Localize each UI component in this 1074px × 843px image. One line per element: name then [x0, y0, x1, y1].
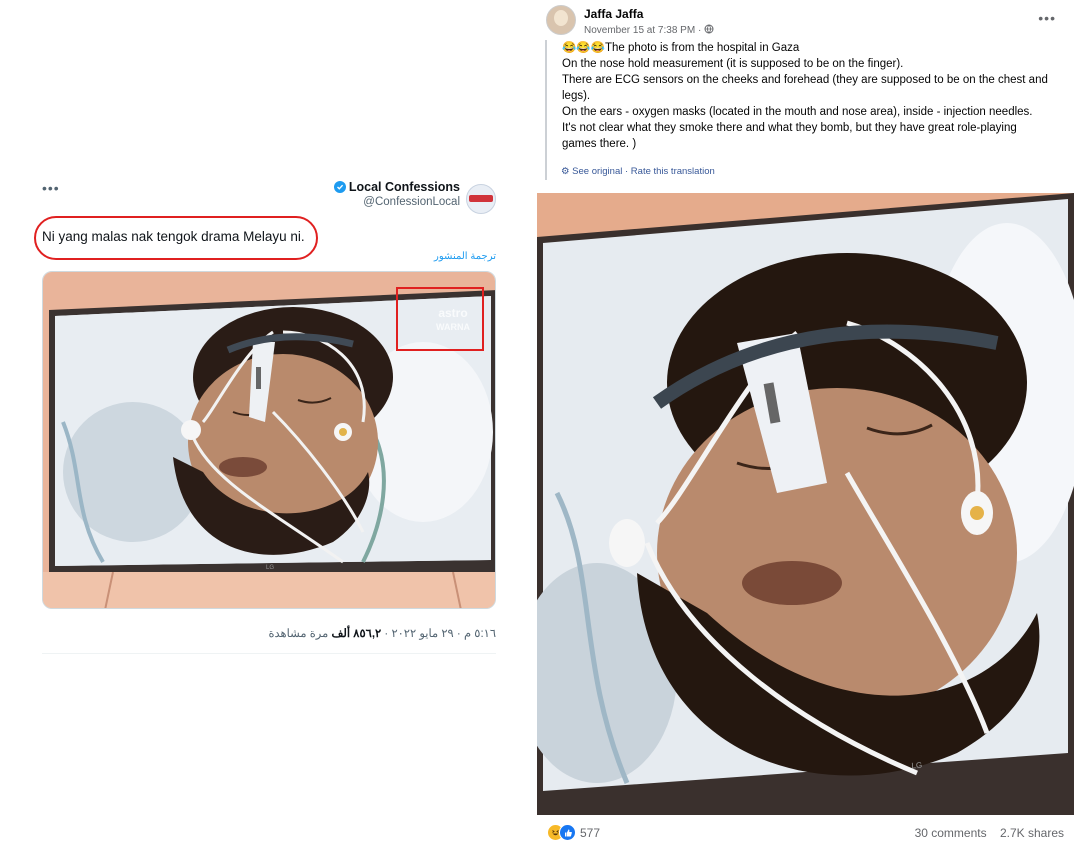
post-text-line: It's not clear what they smoke there and… [562, 122, 1017, 134]
translate-post-link[interactable]: ترجمة المنشور [434, 251, 496, 262]
post-text-line: legs). [562, 90, 591, 102]
post-author[interactable]: Jaffa Jaffa [584, 7, 643, 21]
reaction-summary[interactable]: 577 [547, 824, 600, 841]
tv-watermark-line2: WARNA [436, 322, 470, 332]
rate-translation-link[interactable]: Rate this translation [631, 166, 715, 177]
tweet-handle[interactable]: @ConfessionLocal [334, 196, 460, 208]
post-footer: 577 30 comments 2.7K shares [537, 818, 1074, 843]
more-dots-icon[interactable]: ••• [42, 180, 60, 196]
tv-brand-label: LG [266, 565, 274, 571]
see-original-link[interactable]: See original [572, 166, 622, 177]
post-timestamp-row: November 15 at 7:38 PM · [584, 24, 714, 36]
tv-brand-label: LG [911, 761, 922, 771]
post-text: 😂😂😂The photo is from the hospital in Gaz… [545, 40, 1065, 180]
post-stats: 30 comments 2.7K shares [905, 826, 1064, 840]
tweet-card: ••• Local Confessions @ConfessionLocal N… [34, 178, 496, 654]
post-image[interactable]: LG [537, 193, 1074, 815]
divider [42, 653, 496, 654]
reaction-count[interactable]: 577 [580, 826, 600, 840]
tv-watermark-line1: astro [438, 306, 467, 320]
more-horizontal-icon[interactable]: ••• [1038, 10, 1056, 26]
tweet-text: Ni yang malas nak tengok drama Melayu ni… [42, 229, 305, 244]
tweet-timestamp[interactable]: ٥:١٦ م · ٢٩ مايو ٢٠٢٢ · [381, 628, 496, 640]
tweet-meta: ٥:١٦ م · ٢٩ مايو ٢٠٢٢ · ٨٥٦,٢ ألف مرة مش… [269, 626, 497, 640]
verified-badge-icon [333, 181, 346, 193]
post-text-line: On the nose hold measurement (it is supp… [562, 58, 904, 70]
confessions-logo[interactable] [466, 184, 496, 214]
facebook-post: Jaffa Jaffa November 15 at 7:38 PM · •••… [537, 0, 1074, 843]
comments-count[interactable]: 30 comments [915, 826, 987, 840]
post-timestamp[interactable]: November 15 at 7:38 PM · [584, 25, 704, 36]
post-text-line: There are ECG sensors on the cheeks and … [562, 74, 1048, 86]
author-avatar[interactable] [546, 5, 576, 35]
post-text-line: 😂😂😂The photo is from the hospital in Gaz… [562, 42, 800, 54]
like-reaction-icon [559, 824, 576, 841]
post-text-line: On the ears - oxygen masks (located in t… [562, 106, 1033, 118]
translation-links: ⚙ See original · Rate this translation [561, 166, 715, 177]
tweet-image[interactable]: astro WARNA LG [42, 271, 496, 609]
shares-count[interactable]: 2.7K shares [1000, 826, 1064, 840]
tweet-display-name[interactable]: Local Confessions [349, 180, 460, 194]
gear-icon: ⚙ [561, 166, 570, 177]
globe-icon [704, 24, 714, 36]
tweet-views-count: ٨٥٦,٢ ألف [331, 628, 382, 640]
tweet-views-label: مرة مشاهدة [268, 628, 332, 640]
post-text-line: games there. ) [562, 138, 637, 150]
tweet-account[interactable]: Local Confessions @ConfessionLocal [333, 180, 496, 214]
